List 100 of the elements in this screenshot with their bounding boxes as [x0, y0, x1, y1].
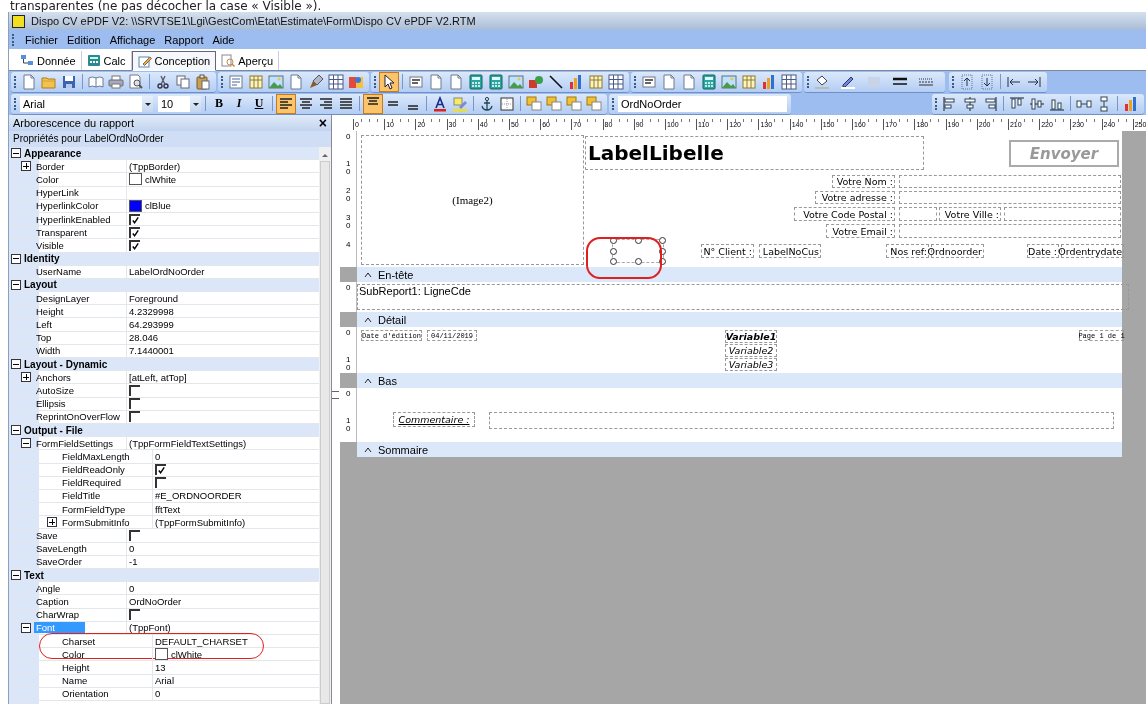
property-name[interactable]: Left: [34, 319, 54, 331]
property-name[interactable]: Transparent: [34, 226, 89, 238]
calculator-icon[interactable]: [700, 72, 718, 91]
property-name[interactable]: FieldReadOnly: [60, 464, 127, 476]
menu-item[interactable]: Edition: [67, 33, 101, 46]
property-name[interactable]: Orientation: [60, 688, 111, 700]
property-name[interactable]: HyperLink: [34, 187, 81, 199]
property-name[interactable]: Save: [34, 530, 60, 542]
property-name[interactable]: Ellipsis: [34, 398, 68, 410]
checkbox[interactable]: [155, 464, 166, 476]
property-name[interactable]: Angle: [34, 582, 63, 594]
expand-icon[interactable]: [21, 372, 31, 383]
form-field[interactable]: [899, 207, 937, 221]
report-label[interactable]: Votre Ville :: [939, 207, 1001, 221]
property-name[interactable]: Anchors: [34, 371, 73, 383]
report-label[interactable]: Votre Nom :: [832, 175, 895, 188]
format-button[interactable]: U: [250, 94, 268, 113]
menu-item[interactable]: Affichage: [109, 33, 156, 46]
property-name[interactable]: SaveOrder: [34, 556, 84, 568]
format-button[interactable]: I: [230, 94, 248, 113]
comment-label[interactable]: Commentaire :: [393, 412, 475, 427]
property-name[interactable]: HyperlinkEnabled: [34, 213, 113, 225]
property-name[interactable]: Caption: [34, 595, 71, 607]
property-name[interactable]: Visible: [34, 239, 66, 251]
chevron-up-icon[interactable]: [363, 376, 373, 385]
property-name[interactable]: FormFieldType: [60, 503, 128, 515]
property-name[interactable]: ReprintOnOverFlow: [34, 411, 122, 423]
collapse-icon[interactable]: [11, 253, 21, 264]
checkbox[interactable]: [129, 530, 140, 542]
property-name[interactable]: FieldMaxLength: [60, 450, 132, 462]
collapse-icon[interactable]: [11, 425, 21, 436]
image-placeholder[interactable]: (Image2): [361, 135, 584, 265]
property-name[interactable]: DesignLayer: [34, 292, 92, 304]
collapse-icon[interactable]: [21, 622, 31, 633]
property-name[interactable]: CharWrap: [34, 609, 82, 621]
report-label[interactable]: LabelNoCus: [759, 244, 821, 258]
property-name[interactable]: Width: [34, 345, 63, 357]
report-label[interactable]: Nos ref:: [886, 244, 929, 258]
checkbox[interactable]: [129, 384, 140, 396]
variable-label[interactable]: Variable1: [725, 330, 777, 343]
property-name[interactable]: UserName: [34, 266, 84, 278]
brush-icon[interactable]: [307, 72, 325, 91]
property-name[interactable]: Color: [34, 173, 61, 185]
form-field[interactable]: [899, 175, 1121, 188]
checkbox[interactable]: [129, 239, 140, 251]
band-label[interactable]: Bas: [357, 373, 1122, 388]
collapse-icon[interactable]: [21, 438, 31, 449]
checkbox[interactable]: [129, 398, 140, 410]
report-label[interactable]: Votre Code Postal :: [794, 207, 895, 221]
variable-label[interactable]: Variable3: [725, 358, 777, 371]
grid-icon[interactable]: [780, 72, 798, 91]
property-name[interactable]: Height: [34, 305, 66, 317]
property-name[interactable]: Height: [60, 661, 92, 673]
chevron-up-icon[interactable]: [363, 270, 373, 279]
close-button[interactable]: ×: [318, 116, 327, 130]
component-name-field[interactable]: OrdNoOrder: [618, 95, 787, 112]
collapse-icon[interactable]: [11, 148, 21, 159]
expand-icon[interactable]: [47, 517, 57, 528]
property-name[interactable]: FormFieldSettings: [34, 437, 116, 449]
property-name[interactable]: Top: [34, 332, 54, 344]
vertical-align-icon[interactable]: [364, 94, 382, 113]
property-name[interactable]: Color: [60, 648, 87, 660]
tab[interactable]: Conception: [131, 51, 217, 71]
collapse-icon[interactable]: [11, 279, 21, 290]
calculator-icon[interactable]: [487, 72, 505, 91]
form-field[interactable]: [1004, 207, 1121, 221]
chevron-up-icon[interactable]: [363, 445, 373, 454]
selected-component[interactable]: [612, 239, 664, 263]
band-label[interactable]: Détail: [357, 312, 1122, 327]
expand-icon[interactable]: [21, 161, 31, 172]
chevron-up-icon[interactable]: [363, 315, 373, 324]
property-name[interactable]: Charset: [60, 635, 98, 647]
report-band[interactable]: (Image2) LabelLibelle Envoyer Votre Nom : Votre adresse : Votre Code Postal : Votre Ville : Votre Email : N° Client : LabelNoCus Nos ref:Ordnoorder Date :Ordentrydate: [357, 131, 1122, 267]
band-label[interactable]: Sommaire: [357, 442, 1122, 457]
property-name[interactable]: FieldRequired: [60, 477, 124, 489]
property-name[interactable]: FormSubmitInfo: [60, 516, 132, 528]
report-band[interactable]: Commentaire :: [357, 388, 1122, 442]
grid-icon[interactable]: [327, 72, 345, 91]
text-align-icon[interactable]: [277, 94, 295, 113]
checkbox[interactable]: [129, 213, 140, 225]
pointer-icon[interactable]: [380, 72, 398, 91]
property-name[interactable]: HyperlinkColor: [34, 200, 101, 212]
report-label[interactable]: Date :: [1027, 244, 1059, 258]
property-name[interactable]: Border: [34, 160, 67, 172]
menu-item[interactable]: Aide: [212, 33, 235, 46]
calculator-icon[interactable]: [467, 72, 485, 91]
checkbox[interactable]: [129, 609, 140, 621]
size-dropdown[interactable]: 10: [158, 95, 201, 112]
scrollbar[interactable]: [319, 147, 331, 704]
property-name[interactable]: AutoSize: [34, 384, 77, 396]
font-dropdown[interactable]: Arial: [20, 95, 153, 112]
property-name[interactable]: FieldTitle: [60, 490, 103, 502]
property-name[interactable]: Name: [60, 675, 90, 687]
form-field[interactable]: [899, 224, 1121, 238]
report-label[interactable]: Votre Email :: [826, 224, 895, 238]
form-field[interactable]: [489, 412, 1114, 429]
band-label[interactable]: En-tête: [357, 267, 1122, 282]
grid-icon[interactable]: [607, 72, 625, 91]
paste-icon[interactable]: [194, 72, 212, 91]
report-label[interactable]: N° Client :: [701, 244, 754, 258]
